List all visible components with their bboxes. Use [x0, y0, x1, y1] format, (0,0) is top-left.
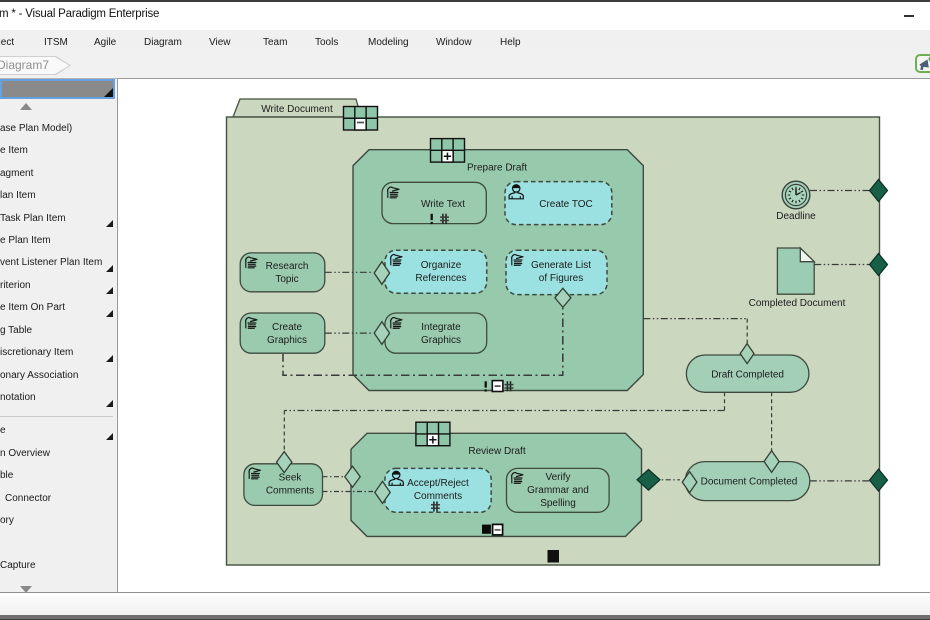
- svg-text:Generate List: Generate List: [531, 260, 591, 271]
- svg-text:Review Draft: Review Draft: [468, 446, 525, 457]
- svg-text:Topic: Topic: [275, 274, 298, 285]
- svg-text:Draft Completed: Draft Completed: [711, 370, 784, 381]
- svg-text:Write Document: Write Document: [261, 104, 333, 115]
- svg-text:Research: Research: [266, 261, 309, 272]
- svg-text:Create TOC: Create TOC: [539, 199, 593, 210]
- svg-text:Prepare Draft: Prepare Draft: [467, 163, 527, 174]
- svg-text:Graphics: Graphics: [267, 335, 307, 346]
- svg-text:Accept/Reject: Accept/Reject: [407, 478, 469, 489]
- svg-text:Create: Create: [272, 322, 302, 333]
- svg-text:Verify: Verify: [545, 472, 570, 483]
- svg-text:Document Completed: Document Completed: [701, 477, 798, 488]
- svg-text:Grammar and: Grammar and: [527, 485, 589, 496]
- svg-text:Comments: Comments: [266, 486, 314, 497]
- svg-text:Write Text: Write Text: [421, 199, 465, 210]
- svg-text:Spelling: Spelling: [540, 498, 576, 509]
- svg-text:of Figures: of Figures: [539, 273, 583, 284]
- svg-text:Comments: Comments: [414, 491, 462, 502]
- svg-text:Completed Document: Completed Document: [749, 298, 846, 309]
- svg-text:Seek: Seek: [279, 473, 303, 484]
- svg-text:Deadline: Deadline: [776, 211, 816, 222]
- svg-text:Organize: Organize: [421, 260, 462, 271]
- svg-text:Integrate: Integrate: [421, 322, 461, 333]
- svg-text:Graphics: Graphics: [421, 335, 461, 346]
- svg-text:References: References: [415, 273, 466, 284]
